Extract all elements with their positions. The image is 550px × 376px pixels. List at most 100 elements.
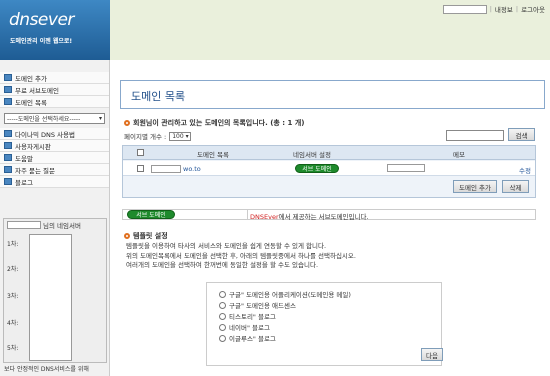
subdomain-icon — [4, 86, 12, 93]
sidebar-item-free-subdomain[interactable]: 무료 서브도메인 — [0, 84, 109, 96]
template-option[interactable]: 이글루스" 블로그 — [219, 333, 276, 343]
table-row[interactable]: wo.to 서브 도메인 수정 — [123, 161, 535, 176]
per-page-value: 100 — [172, 132, 184, 140]
domain-name-redacted — [151, 165, 181, 173]
page-title-box: 도메인 목록 — [120, 80, 545, 109]
template-option[interactable]: 네이버" 블로그 — [219, 322, 270, 332]
template-heading-text: 템플릿 설정 — [133, 232, 168, 240]
per-page-label: 페이지별 개수 : — [124, 133, 167, 141]
template-option-label: 네이버" 블로그 — [229, 324, 270, 332]
logout-link[interactable]: 로그아웃 — [521, 4, 545, 14]
sidebar-item-faq[interactable]: 자주 묻는 질문 — [0, 164, 109, 176]
template-option-label: 구글" 도메인용 어플리케이션(도메인용 메일) — [229, 291, 351, 299]
separator: | — [515, 5, 519, 13]
add-domain-button[interactable]: 도메인 추가 — [453, 180, 497, 193]
template-option[interactable]: 구글" 도메인용 어플리케이션(도메인용 메일) — [219, 289, 351, 299]
logo-area: dnsever 도메인관리 이젠 웹으로! — [0, 0, 110, 60]
nameserver-row-label: 5차: — [7, 345, 19, 352]
domain-table: 도메인 목록 네임서버 설정 메모 wo.to 서브 도메인 수정 도메인 추가… — [122, 145, 536, 198]
column-header-memo: 메모 — [453, 151, 465, 159]
legend: 서브 도메인 DNSEver에서 제공하는 서브도메인입니다. — [122, 209, 536, 221]
sidebar: 도메인 추가 무료 서브도메인 도메인 목록 -----도메인을 선택하세요--… — [0, 60, 110, 376]
legend-brand: DNSEver — [250, 213, 279, 221]
radio-button[interactable] — [219, 334, 226, 342]
radio-button[interactable] — [219, 290, 226, 298]
sidebar-item-label: 다이나믹 DNS 사용법 — [15, 130, 75, 139]
ddns-icon — [4, 130, 12, 137]
template-options-box: 구글" 도메인용 어플리케이션(도메인용 메일) 구글" 도메인용 애드센스 티… — [206, 282, 443, 366]
domain-list-heading-text: 회원님이 관리하고 있는 도메인의 목록입니다. (총 : 1 개) — [133, 119, 305, 127]
main-content: 도메인 목록 회원님이 관리하고 있는 도메인의 목록입니다. (총 : 1 개… — [110, 60, 550, 376]
column-header-nameserver: 네임서버 설정 — [293, 151, 331, 159]
description-line: 템플릿을 이용하여 타사의 서비스와 도메인을 쉽게 연동할 수 있게 합니다. — [126, 242, 327, 250]
column-header-domain: 도메인 목록 — [197, 151, 229, 159]
subdomain-badge: 서브 도메인 — [127, 210, 175, 219]
nameserver-row-label: 3차: — [7, 293, 19, 300]
edit-link[interactable]: 수정 — [519, 165, 531, 175]
nameserver-title: 님의 네임서버 — [4, 219, 106, 231]
row-checkbox[interactable] — [137, 165, 144, 172]
legend-description: DNSEver에서 제공하는 서브도메인입니다. — [250, 211, 369, 221]
next-button[interactable]: 다음 — [421, 348, 443, 361]
sidebar-item-domain-list[interactable]: 도메인 목록 — [0, 96, 109, 108]
select-all-checkbox[interactable] — [137, 149, 144, 156]
template-option-label: 티스토리" 블로그 — [229, 313, 276, 321]
template-description: 템플릿을 이용하여 타사의 서비스와 도메인을 쉽게 연동할 수 있게 합니다.… — [126, 242, 356, 271]
username-redacted — [442, 4, 487, 14]
search-button[interactable]: 검색 — [508, 128, 535, 141]
search-input[interactable] — [446, 130, 504, 141]
divider — [247, 210, 248, 219]
radio-button[interactable] — [219, 312, 226, 320]
sidebar-item-label: 사용자게시판 — [15, 142, 51, 151]
sidebar-item-label: 도메인 추가 — [15, 74, 47, 83]
radio-button[interactable] — [219, 323, 226, 331]
delete-button[interactable]: 삭제 — [502, 180, 529, 193]
legend-text: 에서 제공하는 서브도메인입니다. — [278, 213, 369, 221]
faq-icon — [4, 166, 12, 173]
template-option[interactable]: 구글" 도메인용 애드센스 — [219, 300, 296, 310]
domain-list-heading: 회원님이 관리하고 있는 도메인의 목록입니다. (총 : 1 개) — [124, 118, 304, 128]
per-page-select[interactable]: 100 ▾ — [169, 131, 192, 141]
table-header: 도메인 목록 네임서버 설정 메모 — [123, 146, 535, 160]
per-page-control: 페이지별 개수 : 100 ▾ — [124, 131, 192, 141]
nameserver-row-label: 2차: — [7, 266, 19, 273]
nameserver-box: 님의 네임서버 1차: 2차: 3차: 4차: 5차: — [3, 218, 107, 363]
domain-select[interactable]: -----도메인을 선택하세요----- ▾ — [4, 113, 105, 124]
radio-button[interactable] — [219, 301, 226, 309]
nameserver-title-label: 님의 네임서버 — [43, 222, 81, 230]
tagline: 도메인관리 이젠 웹으로! — [10, 38, 73, 45]
domain-add-icon — [4, 74, 12, 81]
board-icon — [4, 142, 12, 149]
sidebar-item-board[interactable]: 사용자게시판 — [0, 140, 109, 152]
my-info-link[interactable]: 내정보 — [495, 4, 513, 14]
template-option-label: 이글루스" 블로그 — [229, 335, 276, 343]
nameserver-values-redacted — [29, 234, 72, 361]
description-line: 여러개의 도메인을 선택하여 한꺼번에 동일한 설정을 할 수도 있습니다. — [126, 261, 319, 269]
domain-select-value: -----도메인을 선택하세요----- — [7, 116, 81, 123]
sidebar-item-help[interactable]: 도움말 — [0, 152, 109, 164]
top-links: | 내정보 | 로그아웃 — [442, 4, 545, 14]
template-option-label: 구글" 도메인용 애드센스 — [229, 302, 296, 310]
sidebar-bottom-text: 보다 안정적인 DNS서비스를 위해 — [4, 366, 89, 373]
blog-icon — [4, 178, 12, 185]
sidebar-item-ddns-guide[interactable]: 다이나믹 DNS 사용법 — [0, 128, 109, 140]
sidebar-item-label: 무료 서브도메인 — [15, 86, 59, 95]
sidebar-item-label: 블로그 — [15, 178, 33, 187]
chevron-down-icon: ▾ — [185, 132, 189, 140]
template-heading: 템플릿 설정 — [124, 231, 168, 241]
domain-name-suffix[interactable]: wo.to — [183, 165, 201, 173]
separator: | — [489, 5, 492, 13]
username-redacted — [7, 221, 41, 229]
sidebar-item-add-domain[interactable]: 도메인 추가 — [0, 72, 109, 84]
sidebar-item-label: 도움말 — [15, 154, 33, 163]
template-option[interactable]: 티스토리" 블로그 — [219, 311, 276, 321]
nameserver-row-label: 1차: — [7, 241, 19, 248]
subdomain-badge: 서브 도메인 — [295, 164, 339, 173]
bullet-icon — [124, 120, 130, 126]
chevron-down-icon: ▾ — [98, 115, 102, 122]
memo-redacted — [387, 164, 425, 172]
sidebar-item-blog[interactable]: 블로그 — [0, 176, 109, 188]
header: dnsever 도메인관리 이젠 웹으로! | 내정보 | 로그아웃 — [0, 0, 550, 60]
logo[interactable]: dnsever — [9, 10, 74, 30]
sidebar-item-label: 자주 묻는 질문 — [15, 166, 56, 175]
